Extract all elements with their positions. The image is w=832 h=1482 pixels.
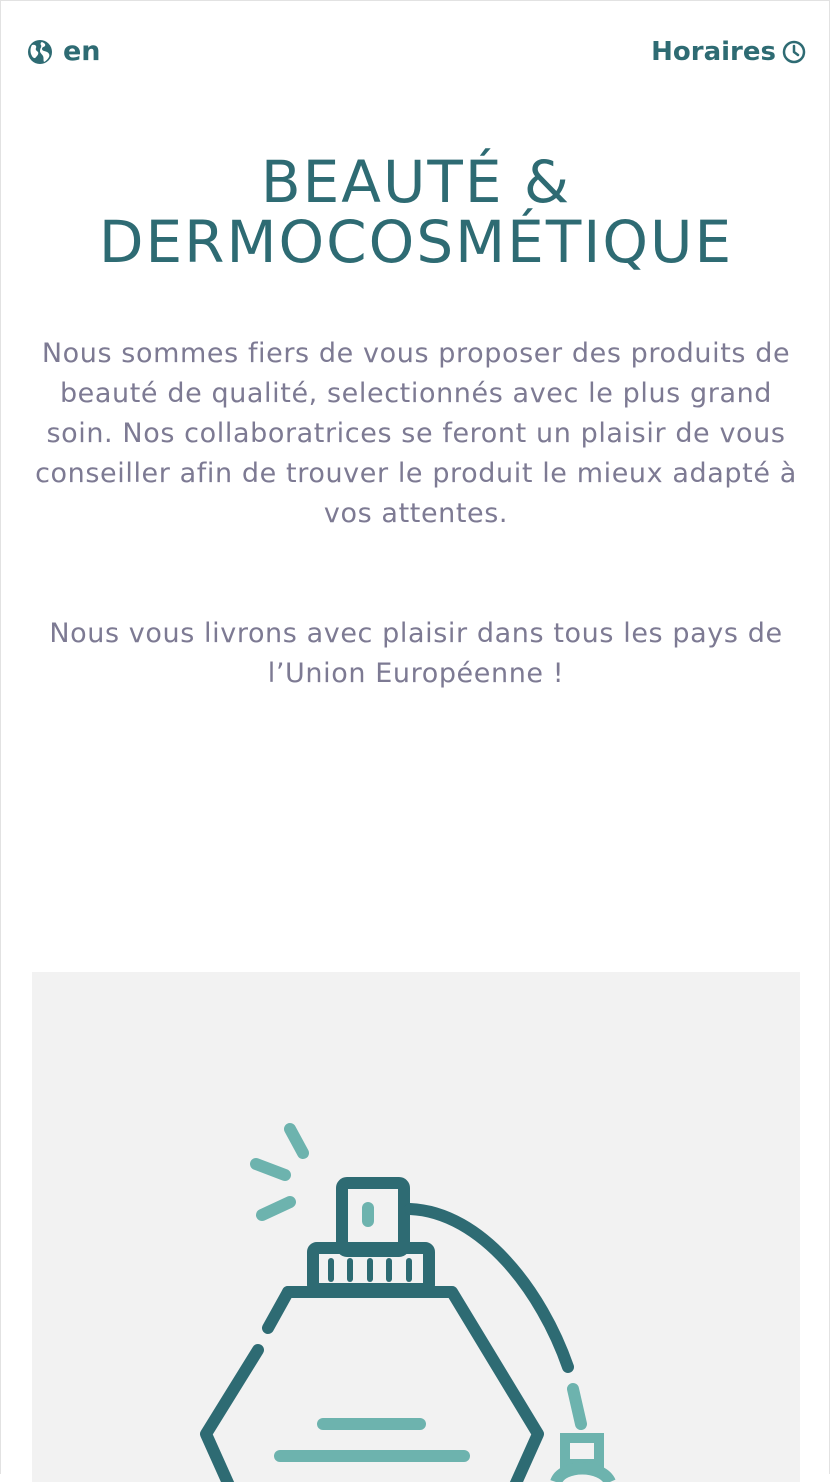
perfume-bottle-icon	[200, 1123, 616, 1482]
shipping-paragraph: Nous vous livrons avec plaisir dans tous…	[49, 618, 783, 689]
globe-icon	[27, 39, 53, 65]
page-title-line-1: BEAUTÉ &	[260, 148, 572, 216]
page-title: BEAUTÉ & DERMOCOSMÉTIQUE	[0, 152, 832, 272]
intro-paragraph: Nous sommes fiers de vous proposer des p…	[35, 338, 797, 529]
hours-label: Horaires	[651, 37, 776, 67]
language-label: en	[63, 36, 101, 67]
language-switcher[interactable]: en	[27, 36, 101, 67]
illustration-panel	[32, 972, 800, 1482]
clock-icon	[782, 40, 806, 64]
opening-hours-link[interactable]: Horaires	[651, 37, 806, 67]
page-title-line-2: DERMOCOSMÉTIQUE	[98, 208, 734, 276]
